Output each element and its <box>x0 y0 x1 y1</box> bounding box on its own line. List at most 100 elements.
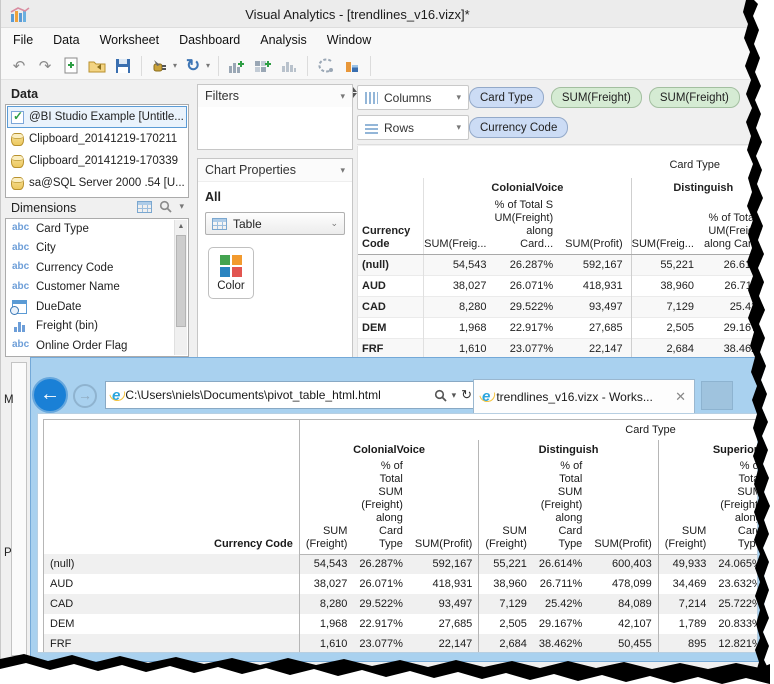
dimension-label: Customer Name <box>36 281 120 293</box>
rows-caret-icon[interactable]: ▾ <box>456 122 461 133</box>
columns-shelf-label: Columns <box>384 91 431 105</box>
address-bar[interactable]: e C:\Users\niels\Documents\pivot_table_h… <box>105 381 479 409</box>
chart-type-select[interactable]: Table ⌄ <box>205 212 345 235</box>
menu-item[interactable]: Worksheet <box>100 33 160 47</box>
pivot-cell: 50,455 <box>588 634 658 653</box>
dimension-item[interactable]: DueDate <box>6 297 188 317</box>
data-source-item[interactable]: @BI Studio Example [Untitle... <box>7 106 187 128</box>
new-worksheet-icon[interactable] <box>227 56 247 76</box>
shelf-pill[interactable]: Currency Code <box>469 117 568 138</box>
menu-item[interactable]: Window <box>327 33 371 47</box>
new-workbook-icon[interactable] <box>61 56 81 76</box>
new-tab-button[interactable] <box>701 381 733 410</box>
window-title: Visual Analytics - [trendlines_v16.vizx]… <box>1 7 714 22</box>
pivot-top-header: Card Type <box>299 420 758 440</box>
field-type-icon <box>12 222 30 235</box>
pivot-cell: 23.632% <box>712 574 758 594</box>
shelf-pill[interactable]: Card Type <box>469 87 544 108</box>
forward-button[interactable]: → <box>73 384 97 408</box>
chart-properties-header[interactable]: Chart Properties ▾ <box>198 159 352 181</box>
shelf-pill[interactable]: SUM(Freight) <box>551 87 642 108</box>
address-caret-icon[interactable]: ▾ <box>452 390 457 401</box>
color-button[interactable]: Color <box>208 247 254 299</box>
pivot-cell: 2,505 <box>479 614 533 634</box>
back-button[interactable]: ← <box>32 377 68 413</box>
chart-type-value: Table <box>233 217 262 231</box>
color-button-label: Color <box>217 280 244 292</box>
refresh-icon[interactable]: ↻ <box>183 56 203 76</box>
preview-row-label: DEM <box>358 317 424 338</box>
columns-shelf[interactable]: Columns ▾ <box>357 85 469 110</box>
connect-caret-icon[interactable]: ▾ <box>173 61 177 70</box>
pivot-cell: 34,469 <box>658 574 712 594</box>
lasso-select-icon[interactable] <box>316 56 336 76</box>
menu-item[interactable]: Data <box>53 33 79 47</box>
preview-col-header: SUM(Profit) <box>561 198 631 254</box>
field-type-icon <box>12 300 30 313</box>
preview-cell: 7,129 <box>631 296 702 317</box>
data-source-label: Clipboard_20141219-170339 <box>29 155 178 167</box>
preview-table-row: (null) 54,543 26.287% 592,167 55,221 26.… <box>358 254 774 275</box>
pivot-cell: 20.833% <box>712 614 758 634</box>
pivot-cell: 2,684 <box>479 634 533 653</box>
dimension-item[interactable]: Customer Name <box>6 278 188 298</box>
data-source-icon <box>11 133 24 146</box>
left-panel-sliver <box>11 362 27 656</box>
refresh-caret-icon[interactable]: ▾ <box>206 61 210 70</box>
page-refresh-icon[interactable]: ↻ <box>461 387 472 403</box>
address-url[interactable]: C:\Users\niels\Documents\pivot_table_htm… <box>125 388 428 402</box>
filters-caret-icon[interactable]: ▾ <box>340 91 345 102</box>
new-dashboard-icon[interactable] <box>253 56 273 76</box>
shelf-pill[interactable]: SUM(Freight) <box>649 87 740 108</box>
dimension-item[interactable]: Freight (bin) <box>6 317 188 337</box>
dimensions-menu-caret-icon[interactable]: ▾ <box>179 201 184 212</box>
browser-content: Currency Code Card Type ColonialVoice Di… <box>37 413 758 653</box>
rows-icon <box>365 122 378 134</box>
dimension-label: Card Type <box>36 223 89 235</box>
menu-item[interactable]: File <box>13 33 33 47</box>
data-source-item[interactable]: sa@SQL Server 2000 .54 [U... <box>7 172 187 194</box>
view-as-table-icon[interactable] <box>137 201 152 213</box>
rows-shelf[interactable]: Rows ▾ <box>357 115 469 140</box>
pivot-cell: 84,089 <box>588 594 658 614</box>
tab-close-icon[interactable]: ✕ <box>675 389 686 405</box>
browser-tab[interactable]: e trendlines_v16.vizx - Works... ✕ <box>473 379 695 413</box>
dimensions-scrollbar[interactable]: ▲ <box>174 220 187 355</box>
dimension-item[interactable]: Online Order Flag <box>6 336 188 356</box>
save-icon[interactable] <box>113 56 133 76</box>
pivot-cell: 7,129 <box>479 594 533 614</box>
dimension-item[interactable]: Card Type <box>6 219 188 239</box>
duplicate-sheet-icon[interactable] <box>279 56 299 76</box>
scrollbar-thumb[interactable] <box>176 235 186 327</box>
pivot-cell: 26.071% <box>353 574 408 594</box>
pivot-cell: 26.287% <box>353 554 408 574</box>
menu-item[interactable]: Dashboard <box>179 33 240 47</box>
pages-partial-label: P <box>4 547 12 559</box>
connect-data-icon[interactable] <box>150 56 170 76</box>
chart-properties-caret-icon[interactable]: ▾ <box>340 165 345 176</box>
scroll-up-icon[interactable]: ▲ <box>175 220 187 233</box>
open-folder-icon[interactable] <box>87 56 107 76</box>
columns-caret-icon[interactable]: ▾ <box>456 92 461 103</box>
menu-item[interactable]: Analysis <box>260 33 307 47</box>
filters-card-header[interactable]: Filters ▾ <box>198 85 352 107</box>
pivot-row-label: CAD <box>44 594 300 614</box>
undo-icon[interactable]: ↶ <box>9 56 29 76</box>
pivot-cell: 38,960 <box>479 574 533 594</box>
pivot-group-header: SuperiorCard <box>658 440 758 460</box>
pivot-group-header: ColonialVoice <box>299 440 478 460</box>
search-icon[interactable] <box>159 200 172 213</box>
preview-cell: 8,280 <box>424 296 495 317</box>
swap-axes-icon[interactable] <box>342 56 362 76</box>
dimension-item[interactable]: City <box>6 239 188 259</box>
preview-cell: 22.917% <box>494 317 561 338</box>
pivot-table-row: (null) 54,543 26.287% 592,167 55,221 26.… <box>44 554 759 574</box>
preview-cell: 592,167 <box>561 254 631 275</box>
address-search-icon[interactable] <box>434 389 447 402</box>
redo-icon[interactable]: ↷ <box>35 56 55 76</box>
columns-pills: Card Type SUM(Freight) SUM(Freight) <box>469 87 740 108</box>
dimension-item[interactable]: Currency Code <box>6 258 188 278</box>
pivot-cell: 592,167 <box>409 554 479 574</box>
data-source-item[interactable]: Clipboard_20141219-170211 <box>7 128 187 150</box>
data-source-item[interactable]: Clipboard_20141219-170339 <box>7 150 187 172</box>
